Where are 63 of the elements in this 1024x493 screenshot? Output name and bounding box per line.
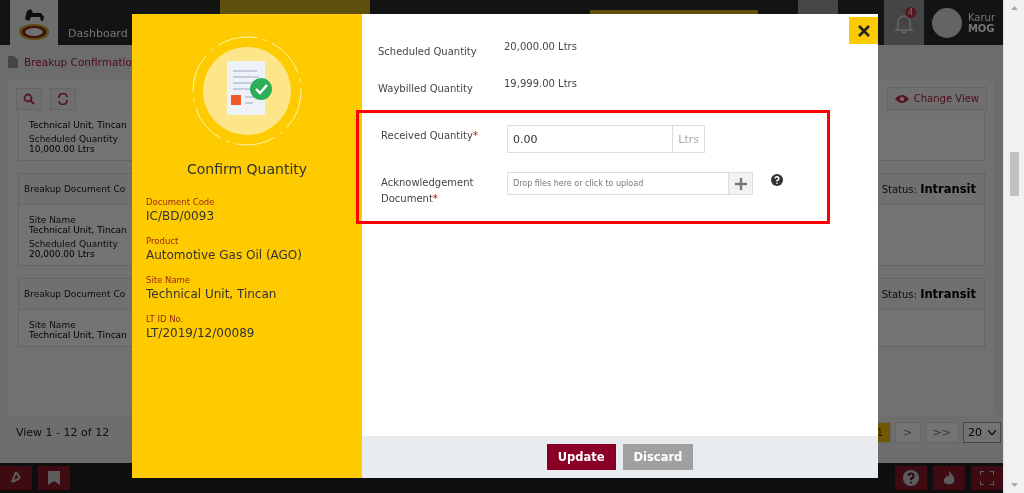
field-value: 20,000.00 Ltrs xyxy=(29,249,95,259)
change-view-button[interactable]: Change View xyxy=(886,87,987,110)
document-icon xyxy=(8,56,18,68)
field-label: Site Name xyxy=(29,320,76,330)
page-button[interactable]: >> xyxy=(924,421,959,443)
fullscreen-button[interactable] xyxy=(971,466,1003,490)
discard-button[interactable]: Discard xyxy=(622,444,694,470)
flame-button[interactable] xyxy=(933,466,965,490)
update-button[interactable]: Update xyxy=(546,444,616,470)
refresh-icon xyxy=(57,92,69,105)
field-value: 20,000.00 Ltrs xyxy=(504,41,577,52)
expand-icon xyxy=(980,471,994,485)
detail-label: Document Code xyxy=(146,197,215,207)
card-header: Breakup Document Co xyxy=(24,184,126,194)
detail-value: Technical Unit, Tincan xyxy=(146,287,277,301)
record-summary: View 1 - 12 of 12 xyxy=(16,425,110,439)
up-arrow-icon[interactable] xyxy=(1010,6,1018,10)
close-icon xyxy=(857,24,870,37)
field-value: 19,999.00 Ltrs xyxy=(504,78,577,89)
help-button[interactable] xyxy=(895,466,927,490)
help-icon[interactable] xyxy=(771,174,783,186)
refresh-button[interactable] xyxy=(50,87,76,110)
field-label: Scheduled Quantity xyxy=(29,134,118,144)
card-header: Breakup Document Co xyxy=(24,289,126,299)
field-label: Site Name xyxy=(29,215,76,225)
field-label: Acknowledgement Document* xyxy=(381,176,475,206)
detail-label: Site Name xyxy=(146,275,191,285)
field-label: Scheduled Quantity xyxy=(29,239,118,249)
detail-label: LT ID No. xyxy=(146,314,184,324)
down-arrow-icon[interactable] xyxy=(1010,483,1018,487)
nav-tab[interactable]: Dashboard xyxy=(58,0,138,45)
eye-icon xyxy=(894,93,909,104)
search-icon xyxy=(23,92,35,105)
bookmark-icon xyxy=(48,471,60,485)
recycle-button[interactable] xyxy=(0,466,32,490)
dialog-title: Confirm Quantity xyxy=(186,161,308,177)
bookmark-button[interactable] xyxy=(38,466,70,490)
detail-value: LT/2019/12/00089 xyxy=(146,326,255,340)
card-status: Status: Intransit xyxy=(881,287,976,301)
notification-count: 4 xyxy=(904,7,916,18)
close-button[interactable] xyxy=(849,17,878,44)
quantity-input[interactable]: 0.00 xyxy=(507,125,674,153)
user-role: MOG xyxy=(967,22,995,34)
flame-icon xyxy=(942,470,956,486)
question-icon xyxy=(902,469,920,487)
page-size-select[interactable]: 20 xyxy=(963,421,1001,443)
scrollbar[interactable] xyxy=(1003,0,1024,493)
search-button[interactable] xyxy=(16,87,42,110)
logo-icon[interactable] xyxy=(10,0,58,45)
scrollbar-thumb[interactable] xyxy=(1009,152,1019,196)
avatar-icon[interactable] xyxy=(931,7,962,38)
detail-value: Automotive Gas Oil (AGO) xyxy=(146,248,302,262)
card-status: Status: Intransit xyxy=(881,182,976,196)
detail-label: Product xyxy=(146,236,179,246)
chevron-icon xyxy=(988,429,996,435)
page-title: Breakup Confirmatio xyxy=(24,56,132,68)
field-label: Waybilled Quantity xyxy=(378,81,474,96)
field-label: Scheduled Quantity xyxy=(378,44,478,59)
unit-label: Ltrs xyxy=(673,125,705,153)
page-button[interactable]: > xyxy=(895,421,921,443)
field-label: Received Quantity* xyxy=(381,129,479,143)
user-name: Karur xyxy=(967,11,995,23)
detail-value: IC/BD/0093 xyxy=(146,209,214,223)
